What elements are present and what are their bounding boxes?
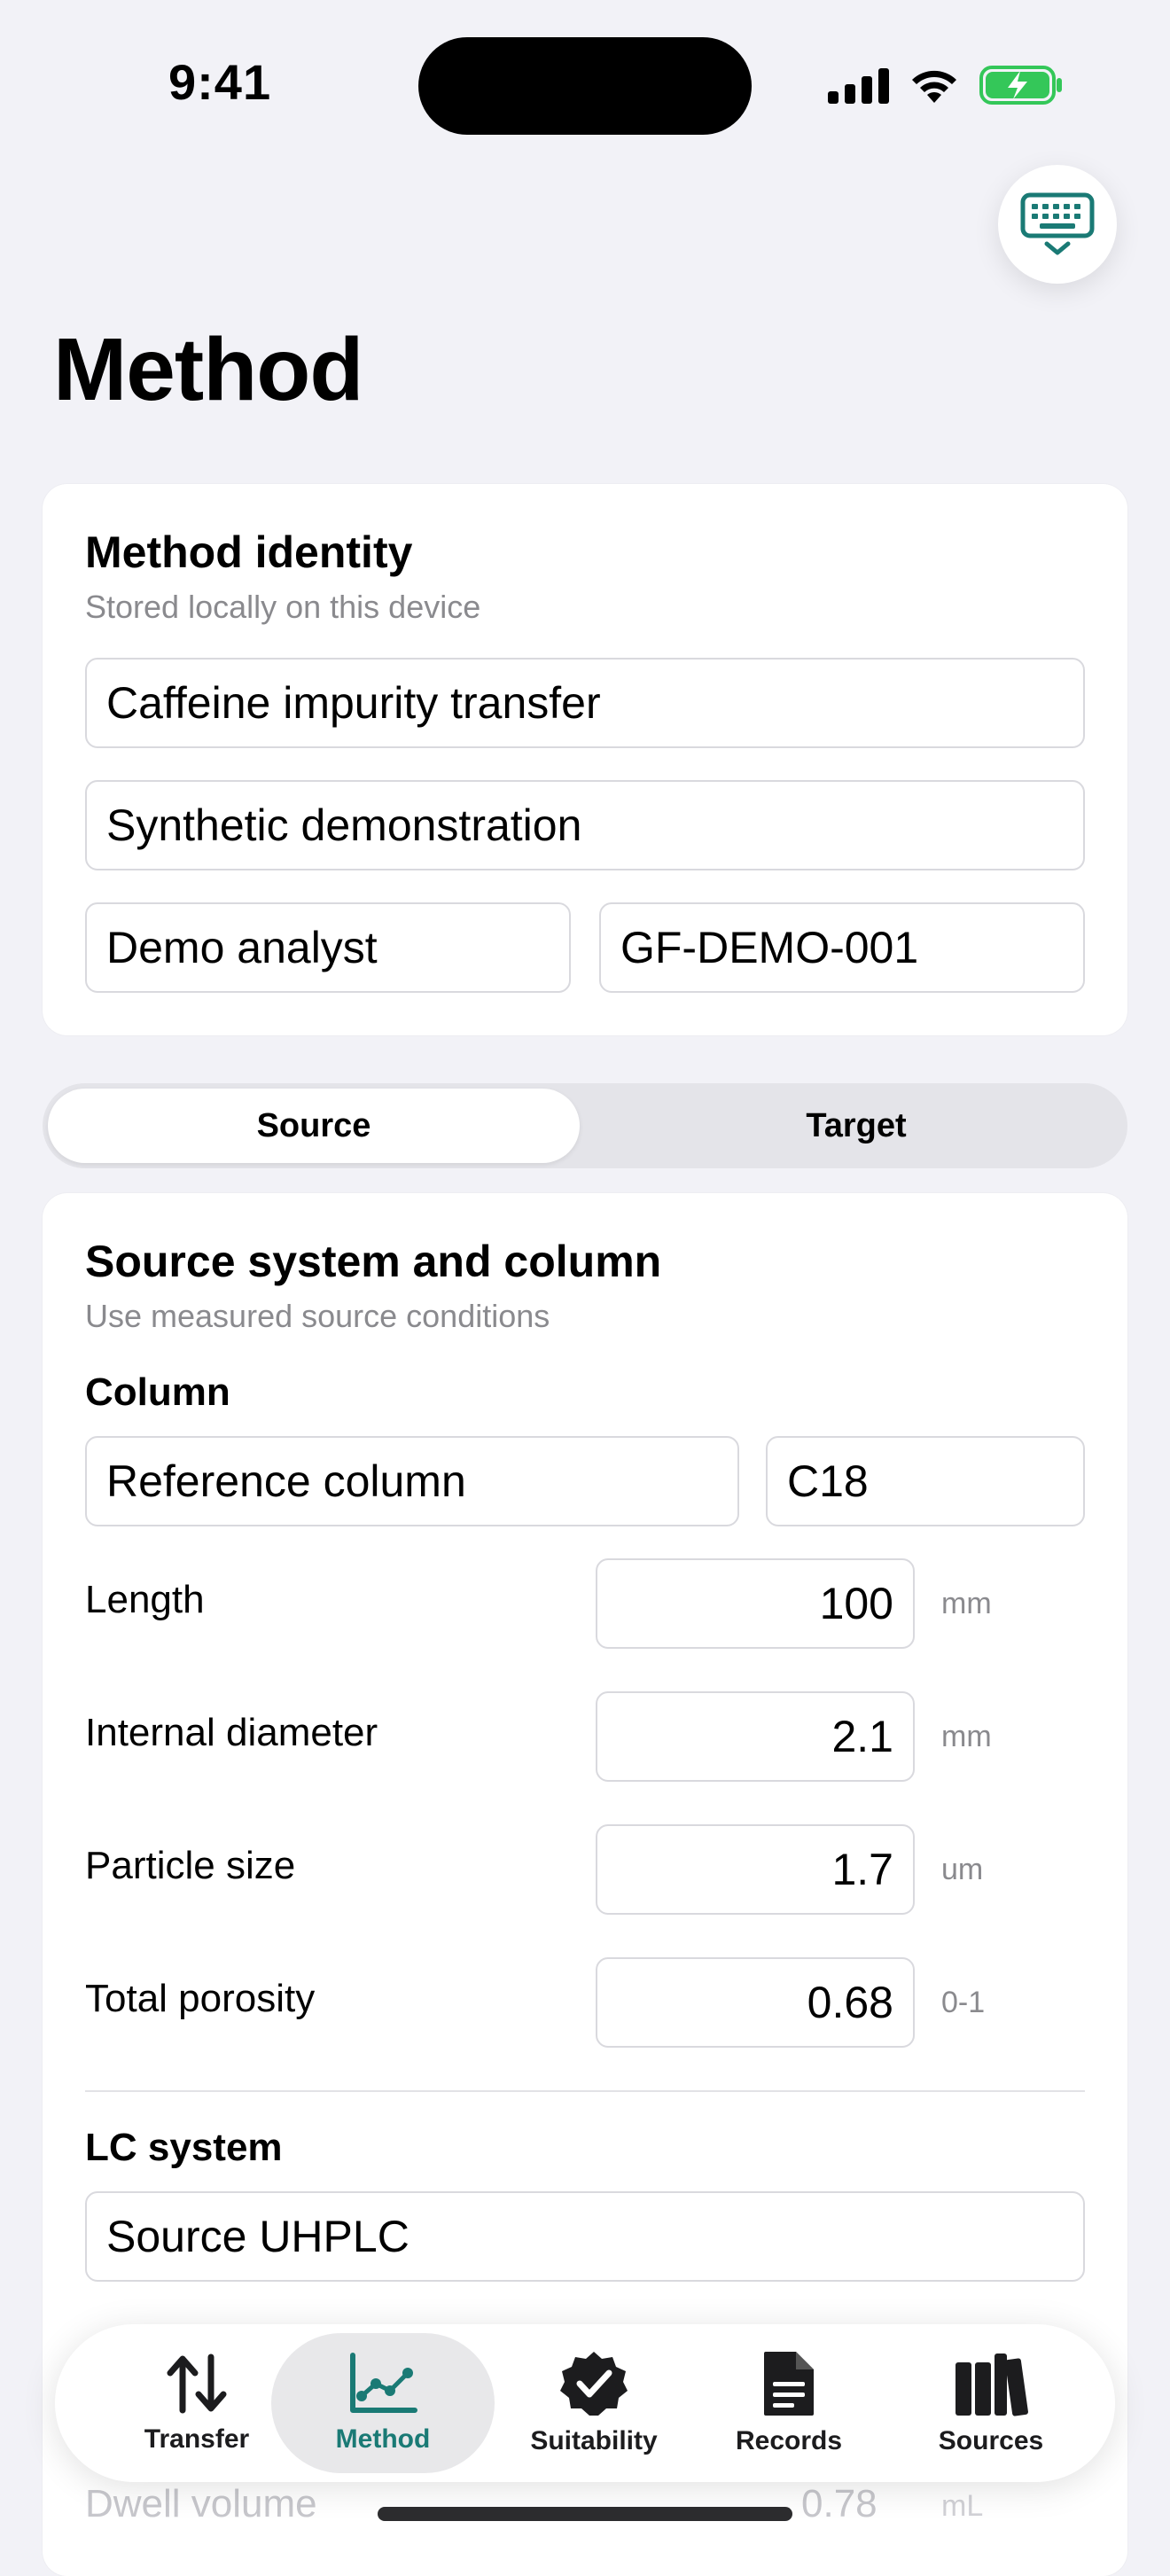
- tab-sources[interactable]: Sources: [902, 2324, 1080, 2482]
- segment-source[interactable]: Source: [48, 1089, 580, 1163]
- tab-method[interactable]: Method: [294, 2324, 472, 2482]
- total-porosity-input[interactable]: 0.68: [596, 1957, 915, 2048]
- identity-title: Method identity: [85, 527, 413, 577]
- status-time: 9:41: [168, 54, 272, 110]
- segment-target[interactable]: Target: [590, 1089, 1122, 1163]
- lc-system-name-field[interactable]: Source UHPLC: [85, 2191, 1085, 2282]
- internal-diameter-unit: mm: [941, 1720, 992, 1753]
- method-identity-card: Method identity Stored locally on this d…: [43, 484, 1127, 1035]
- wifi-icon: [912, 70, 956, 103]
- tab-method-label: Method: [335, 2424, 431, 2454]
- dwell-volume-value[interactable]: 0.78: [801, 2482, 878, 2526]
- home-indicator: [378, 2507, 792, 2521]
- dwell-volume-label: Dwell volume: [85, 2482, 317, 2525]
- tab-transfer[interactable]: Transfer: [108, 2324, 285, 2482]
- page-title: Method: [53, 320, 363, 419]
- keyboard-icon: [1020, 192, 1095, 255]
- dynamic-island: [418, 37, 752, 135]
- source-card-title: Source system and column: [85, 1237, 662, 1286]
- tab-sources-label: Sources: [938, 2426, 1044, 2455]
- column-heading: Column: [85, 1370, 230, 1414]
- tab-records-label: Records: [735, 2426, 843, 2455]
- lc-system-heading: LC system: [85, 2126, 283, 2169]
- status-icons: [828, 62, 1065, 108]
- battery-charging-icon: [979, 66, 1062, 105]
- tab-bar: Transfer Method Suitability Records Sour…: [55, 2324, 1115, 2482]
- project-field[interactable]: Synthetic demonstration: [85, 780, 1085, 870]
- particle-size-input[interactable]: 1.7: [596, 1824, 915, 1915]
- length-input[interactable]: 100: [596, 1558, 915, 1649]
- tab-records[interactable]: Records: [700, 2324, 878, 2482]
- internal-diameter-label: Internal diameter: [85, 1711, 378, 1754]
- checkmark-seal-icon: [560, 2352, 628, 2416]
- tab-suitability-label: Suitability: [530, 2426, 658, 2455]
- source-target-segmented-control: Source Target: [43, 1083, 1127, 1168]
- dwell-volume-unit: mL: [941, 2489, 984, 2523]
- section-divider: [85, 2090, 1085, 2092]
- particle-size-unit: um: [941, 1853, 984, 1886]
- cellular-signal-icon: [828, 66, 889, 104]
- identity-subtitle: Stored locally on this device: [85, 589, 481, 625]
- internal-diameter-input[interactable]: 2.1: [596, 1691, 915, 1782]
- method-name-field[interactable]: Caffeine impurity transfer: [85, 658, 1085, 748]
- method-id-field[interactable]: GF-DEMO-001: [599, 902, 1085, 993]
- particle-size-label: Particle size: [85, 1844, 296, 1887]
- document-icon: [764, 2352, 814, 2416]
- total-porosity-label: Total porosity: [85, 1977, 316, 2020]
- chart-line-icon: [350, 2353, 417, 2413]
- length-unit: mm: [941, 1587, 992, 1620]
- books-icon: [956, 2354, 1028, 2416]
- tab-suitability[interactable]: Suitability: [496, 2324, 691, 2482]
- column-name-field[interactable]: Reference column: [85, 1436, 739, 1526]
- tab-transfer-label: Transfer: [144, 2424, 250, 2454]
- length-label: Length: [85, 1578, 205, 1621]
- stationary-phase-field[interactable]: C18: [766, 1436, 1085, 1526]
- keyboard-dismiss-button[interactable]: [998, 165, 1117, 284]
- total-porosity-unit: 0-1: [941, 1986, 986, 2019]
- arrows-up-down-icon: [167, 2354, 227, 2414]
- source-card-subtitle: Use measured source conditions: [85, 1298, 550, 1334]
- analyst-field[interactable]: Demo analyst: [85, 902, 571, 993]
